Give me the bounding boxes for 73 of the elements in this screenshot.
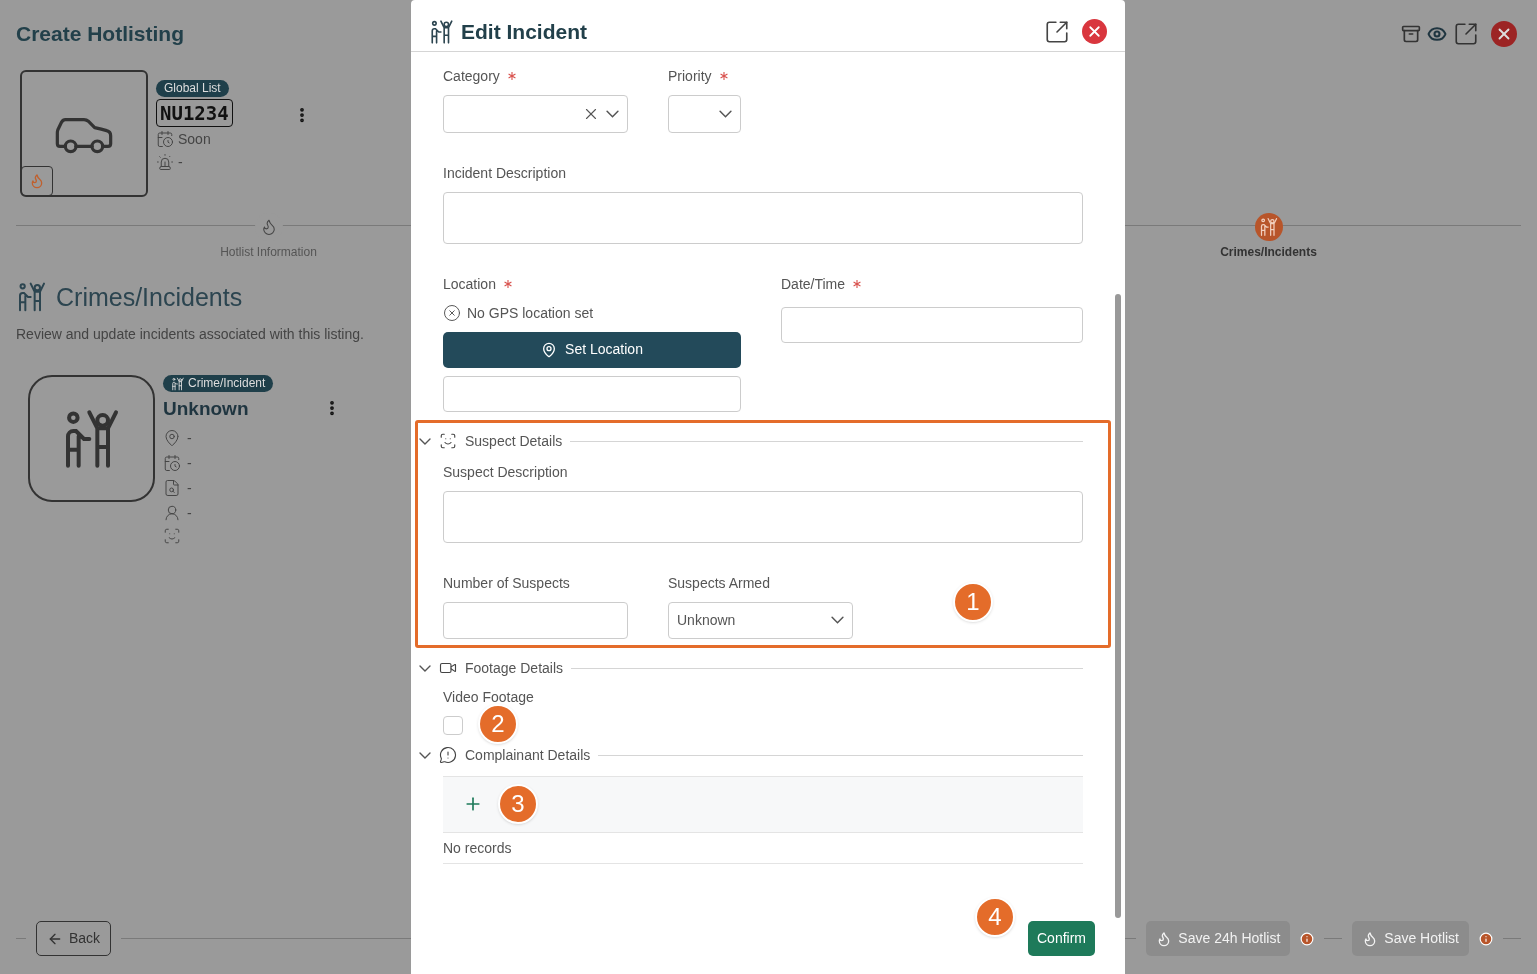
close-button[interactable] [1082,19,1107,45]
expand-icon[interactable] [1453,20,1479,47]
field-label: Date/Time [781,274,846,294]
confirm-button[interactable]: Confirm [1028,921,1095,956]
field-label: Incident Description [443,163,566,183]
pin-icon [163,428,181,447]
people-icon [1258,216,1279,237]
field-label: Number of Suspects [443,573,570,593]
section-title: Suspect Details [465,431,563,451]
section-title: Complainant Details [465,745,591,765]
chevron-icon[interactable] [419,664,431,672]
people-icon [16,281,48,314]
gps-status: No GPS location set [467,303,594,323]
suspects-armed-select[interactable]: Unknown [668,601,853,639]
info-icon[interactable] [1300,931,1315,946]
section-heading: Crimes/Incidents [56,281,243,313]
detail-text: - [187,503,192,523]
archive-icon[interactable] [1401,23,1421,44]
section-title: Footage Details [465,658,564,678]
number-of-suspects-field[interactable] [443,601,628,639]
field-label: Category [443,66,500,86]
field-label: Location [443,274,496,294]
calendar-clock-icon [156,130,174,148]
empty-message: No records [443,839,512,856]
license-plate: NU1234 [156,98,233,127]
list-tag: Global List [156,79,229,97]
field-label: Priority [668,66,712,86]
alert-text: - [178,152,183,172]
siren-icon [156,153,174,171]
section-description: Review and update incidents associated with this listing. [16,325,364,344]
step-label: Hotlist Information [220,243,317,261]
category-tag: Crime/Incident [163,375,274,392]
section-icon [439,432,457,450]
person-icon [163,503,181,522]
chevron-icon [606,109,619,118]
incident-description-field[interactable] [443,191,1083,244]
select-value: Unknown [677,610,736,630]
back-button[interactable]: Back [36,921,112,956]
callout-badge: 2 [478,703,518,744]
no-location-icon [443,304,461,322]
chevron-icon [719,109,732,118]
chevron-icon [831,616,844,624]
expand-icon[interactable] [1044,18,1070,45]
step-label: Crimes/Incidents [1220,243,1317,261]
video-footage-checkbox[interactable] [443,715,463,735]
set-location-button[interactable]: Set Location [443,331,741,368]
field-label: Suspects Armed [668,573,770,593]
field-label: Suspect Description [443,462,568,482]
face-scan-icon [163,526,181,545]
chevron-icon[interactable] [419,751,431,759]
callout-badge: 3 [498,783,538,824]
chevron-icon[interactable] [419,437,431,445]
callout-badge: 1 [953,581,993,622]
pin-icon [541,341,558,358]
people-icon [429,18,455,45]
detail-text: - [187,428,192,448]
close-button[interactable] [1491,20,1517,47]
section-icon [439,746,457,764]
detail-text: - [187,478,192,498]
incident-title: Unknown [163,397,249,421]
location-field[interactable] [443,375,741,412]
date-time-field[interactable] [781,306,1083,343]
people-icon [171,376,185,391]
expiry-text: Soon [178,129,211,149]
info-icon[interactable] [1479,931,1493,946]
suspect-description-field[interactable] [443,490,1083,543]
page-title: Create Hotlisting [16,21,185,47]
callout-badge: 4 [975,897,1015,937]
dialog-title: Edit Incident [461,19,587,45]
detail-text: - [187,453,192,473]
step-indicator[interactable] [1254,212,1283,241]
document-search-icon [163,478,181,497]
calendar-clock-icon [163,453,181,472]
